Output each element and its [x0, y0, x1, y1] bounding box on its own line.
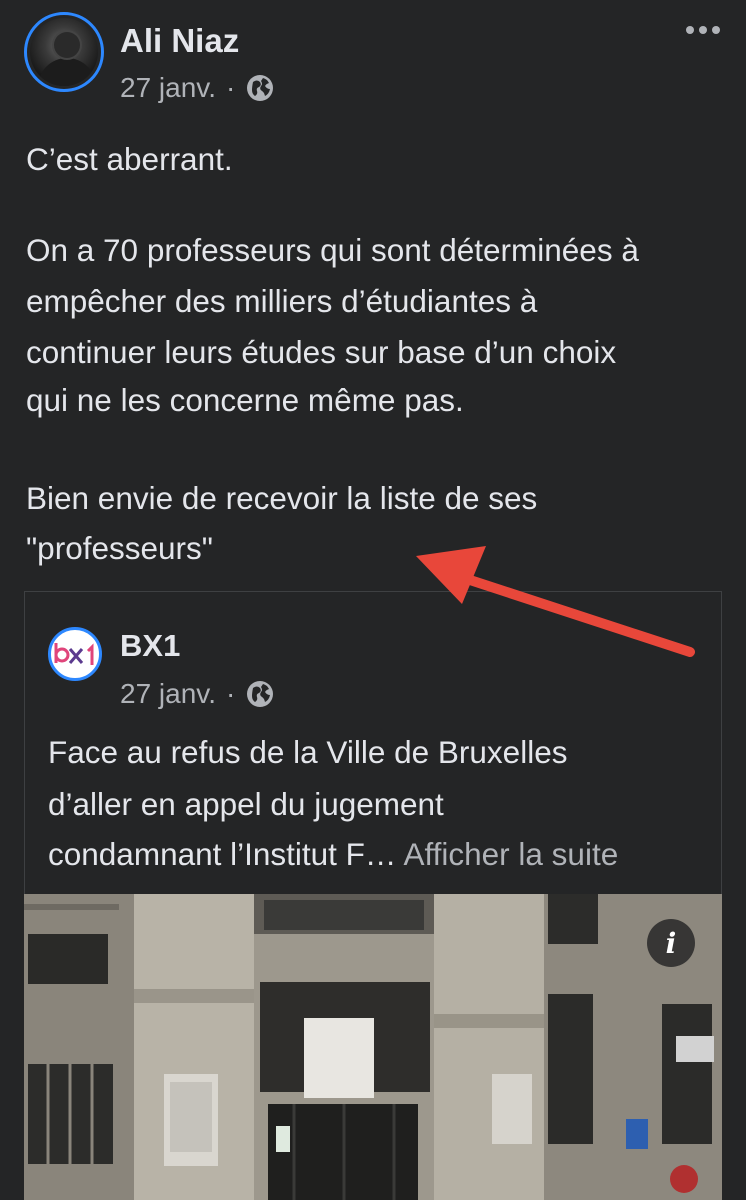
- meta-separator: ·: [226, 678, 236, 709]
- shared-post-date[interactable]: 27 janv.: [120, 678, 216, 710]
- globe-icon: [245, 73, 275, 103]
- author-avatar[interactable]: [24, 12, 104, 92]
- post-meta: 27 janv. ·: [120, 72, 275, 104]
- post-text-line: qui ne les concerne même pas.: [26, 382, 464, 418]
- author-name[interactable]: Ali Niaz: [120, 22, 239, 60]
- shared-text-truncated: condamnant l’Institut F…: [48, 836, 397, 872]
- post-date[interactable]: 27 janv.: [120, 72, 216, 104]
- bx1-logo[interactable]: [48, 627, 102, 681]
- shared-post-photo[interactable]: [24, 894, 722, 1200]
- post-text-line: On a 70 professeurs qui sont déterminées…: [26, 232, 639, 268]
- shared-text-line: Face au refus de la Ville de Bruxelles: [48, 734, 568, 770]
- more-options-icon[interactable]: [686, 20, 726, 40]
- shared-page-name[interactable]: BX1: [120, 628, 180, 664]
- shared-post-meta: 27 janv. ·: [120, 678, 275, 710]
- see-more-link[interactable]: Afficher la suite: [403, 836, 618, 872]
- globe-icon: [245, 679, 275, 709]
- post-text-line: "professeurs": [26, 530, 213, 566]
- info-icon[interactable]: i: [647, 919, 695, 967]
- post-text-line: C’est aberrant.: [26, 141, 233, 177]
- bx1-logo-icon: [54, 643, 94, 665]
- post-text-line: empêcher des milliers d’étudiantes à: [26, 283, 538, 319]
- post-text-line: continuer leurs études sur base d’un cho…: [26, 334, 617, 370]
- meta-separator: ·: [226, 72, 236, 103]
- shared-text-line: condamnant l’Institut F… Afficher la sui…: [48, 828, 618, 880]
- post-text-line: Bien envie de recevoir la liste de ses: [26, 480, 538, 516]
- shared-text-line: d’aller en appel du jugement: [48, 786, 444, 822]
